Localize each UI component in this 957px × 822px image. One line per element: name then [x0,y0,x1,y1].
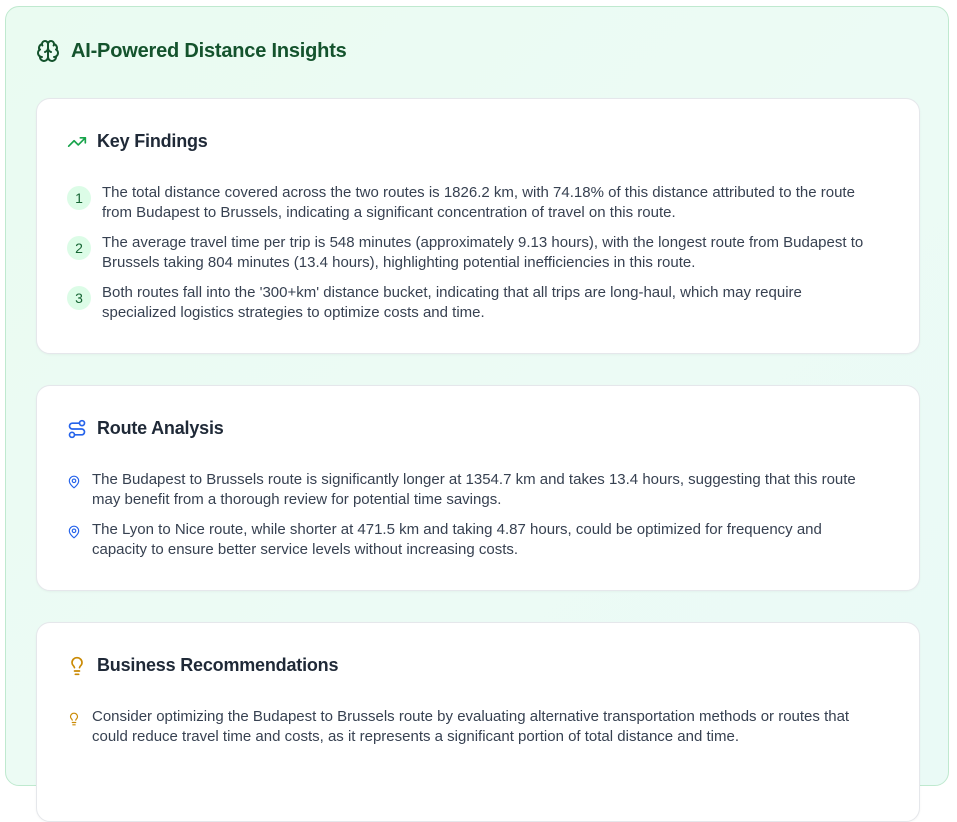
route-text: The Lyon to Nice route, while shorter at… [92,521,822,558]
key-findings-list: 1 The total distance covered across the … [67,183,877,333]
brain-icon [36,39,60,63]
route-item: The Lyon to Nice route, while shorter at… [67,520,877,560]
route-analysis-card: Route Analysis The Budapest to Brussels … [36,385,920,591]
business-recommendations-list: Consider optimizing the Budapest to Brus… [67,707,877,757]
finding-item: 1 The total distance covered across the … [67,183,877,223]
route-text: The Budapest to Brussels route is signif… [92,471,856,508]
route-analysis-list: The Budapest to Brussels route is signif… [67,470,877,570]
recommendation-item: Consider optimizing the Budapest to Brus… [67,707,877,747]
finding-text: The average travel time per trip is 548 … [102,234,864,271]
route-analysis-title: Route Analysis [97,418,224,438]
lightbulb-icon [67,656,87,676]
business-recommendations-header: Business Recommendations [67,655,338,676]
finding-number-badge: 3 [67,286,91,310]
key-findings-header: Key Findings [67,131,208,152]
business-recommendations-title: Business Recommendations [97,655,339,675]
route-analysis-header: Route Analysis [67,418,224,439]
business-recommendations-card: Business Recommendations Consider optimi… [36,622,920,822]
route-icon [67,419,87,439]
map-pin-icon [67,524,81,540]
finding-text: Both routes fall into the '300+km' dista… [102,284,802,321]
key-findings-title: Key Findings [97,131,208,151]
recommendation-text: Consider optimizing the Budapest to Brus… [92,708,850,745]
panel-header: AI-Powered Distance Insights [36,39,347,63]
route-item: The Budapest to Brussels route is signif… [67,470,877,510]
panel-title: AI-Powered Distance Insights [71,39,347,62]
finding-item: 3 Both routes fall into the '300+km' dis… [67,283,877,323]
map-pin-icon [67,474,81,490]
insights-panel: AI-Powered Distance Insights Key Finding… [5,6,949,822]
key-findings-card: Key Findings 1 The total distance covere… [36,98,920,354]
lightbulb-icon [67,711,81,727]
finding-item: 2 The average travel time per trip is 54… [67,233,877,273]
finding-text: The total distance covered across the tw… [102,184,855,221]
finding-number-badge: 1 [67,186,91,210]
trending-up-icon [67,132,87,152]
finding-number-badge: 2 [67,236,91,260]
